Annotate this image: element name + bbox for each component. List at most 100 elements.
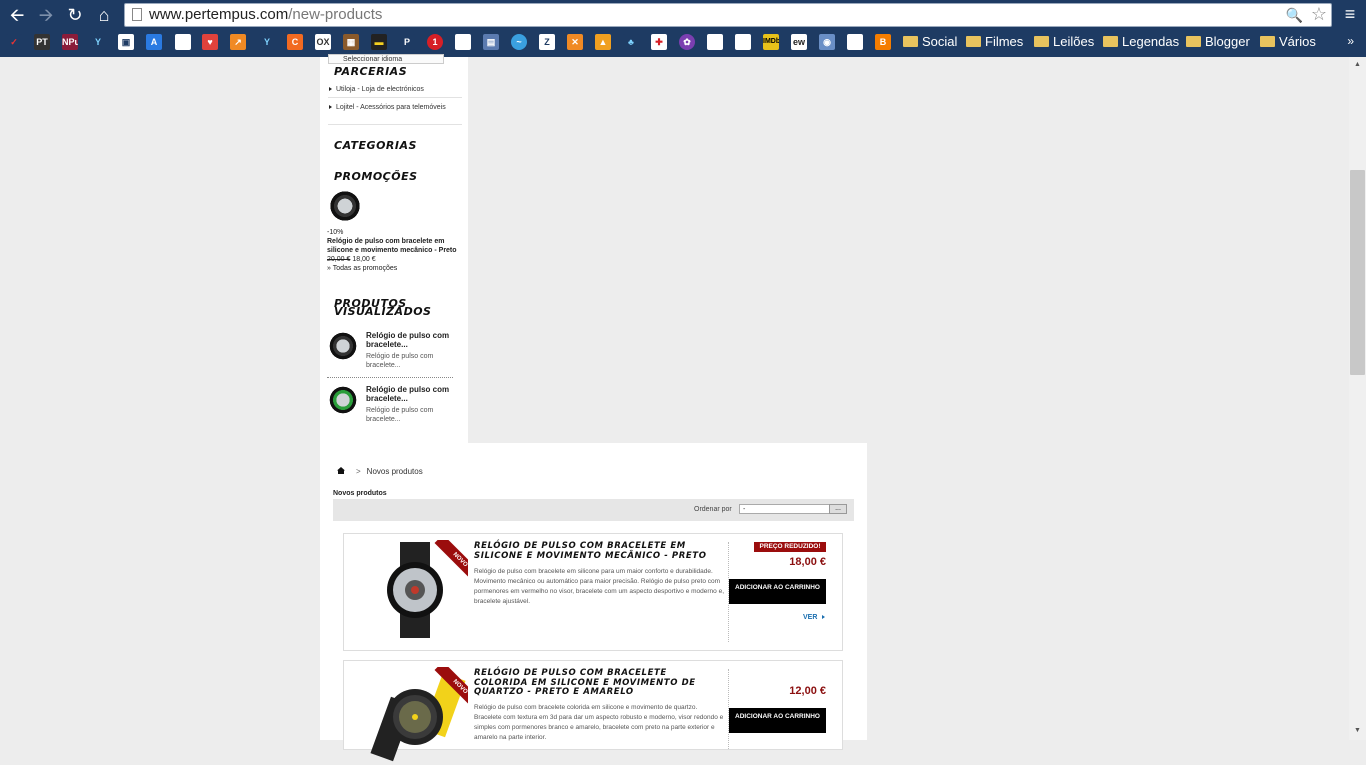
bookmark-icon[interactable]: ♣ — [623, 34, 639, 50]
viewed-product-image[interactable] — [328, 330, 358, 362]
folder-icon — [1034, 36, 1049, 47]
sort-label: Ordenar por — [694, 506, 732, 513]
zoom-icon[interactable]: 🔍 — [1286, 7, 1303, 24]
viewed-products-title: PRODUTOS VISUALIZADOS — [334, 297, 432, 318]
bookmark-folder-varios[interactable]: Vários — [1260, 33, 1316, 51]
product-description: Relógio de pulso com bracelete em silico… — [474, 568, 725, 605]
bookmark-icon[interactable]: ▣ — [118, 34, 134, 50]
bookmark-icon[interactable]: C — [287, 34, 303, 50]
product-card: NOVO Relógio de pulso com bracelete colo… — [343, 660, 843, 762]
page-icon — [132, 8, 142, 21]
bookmark-page-icon[interactable] — [455, 34, 471, 50]
folder-icon — [1186, 36, 1201, 47]
bookmark-folder-filmes[interactable]: Filmes — [966, 33, 1023, 51]
bookmark-folder-blogger[interactable]: Blogger — [1186, 33, 1250, 51]
promo-product-name[interactable]: Relógio de pulso com bracelete em silico… — [327, 237, 467, 255]
product-name[interactable]: Relógio de pulso com bracelete colorida … — [474, 668, 724, 698]
breadcrumb-separator: > — [356, 467, 361, 476]
add-to-cart-button[interactable]: ADICIONAR AO CARRINHO — [729, 579, 826, 604]
bookmark-icon[interactable]: OX — [315, 34, 331, 50]
bookmark-star-icon[interactable]: ☆ — [1311, 4, 1327, 25]
bookmark-pt-icon[interactable]: PT — [34, 34, 50, 50]
home-icon[interactable]: ⌂ — [93, 4, 115, 26]
bookmark-icon[interactable]: ▬ — [371, 34, 387, 50]
language-select[interactable]: Seleccionar idioma — [328, 54, 444, 64]
home-icon[interactable] — [337, 467, 345, 474]
bookmark-icon[interactable]: ✕ — [567, 34, 583, 50]
divider — [328, 97, 462, 98]
new-badge: NOVO — [424, 667, 468, 711]
bookmarks-bar: ✓ PT NPu Y ▣ A ♥ ↗ Y C OX ▦ ▬ P 1 ▤ ~ Z … — [0, 30, 1366, 55]
url-text[interactable]: www.pertempus.com/new-products — [149, 6, 382, 24]
browser-menu-icon[interactable]: ≡ — [1342, 4, 1358, 24]
address-bar[interactable]: www.pertempus.com/new-products 🔍 ☆ — [124, 3, 1332, 27]
bookmark-folder-leiloes[interactable]: Leilões — [1034, 33, 1094, 51]
bookmark-icon[interactable]: ✚ — [651, 34, 667, 50]
viewed-product-name[interactable]: Relógio de pulso com bracelete... — [366, 331, 461, 349]
bookmark-icon[interactable]: ✿ — [679, 34, 695, 50]
all-promotions-link[interactable]: » Todas as promoções — [327, 264, 467, 273]
bookmark-icon[interactable]: ◉ — [819, 34, 835, 50]
bookmark-ew-icon[interactable]: ew — [791, 34, 807, 50]
film-icon[interactable]: ▤ — [483, 34, 499, 50]
bookmark-icon[interactable]: Y — [259, 34, 275, 50]
viewed-product-name[interactable]: Relógio de pulso com bracelete... — [366, 385, 461, 403]
add-to-cart-button[interactable]: ADICIONAR AO CARRINHO — [729, 708, 826, 733]
product-price: 12,00 € — [789, 685, 826, 697]
bookmark-icon[interactable]: ♥ — [202, 34, 218, 50]
bookmark-npu-icon[interactable]: NPu — [62, 34, 78, 50]
page-scrollbar[interactable] — [1349, 57, 1366, 740]
sort-button[interactable]: ... — [829, 504, 847, 514]
page-title: Novos produtos — [333, 490, 387, 497]
bookmark-imdb-icon[interactable]: IMDb — [763, 34, 779, 50]
promo-new-price: 18,00 € — [352, 256, 376, 263]
bookmarks-more-icon[interactable]: » — [1347, 34, 1354, 48]
reload-icon[interactable]: ↻ — [64, 4, 86, 26]
product-description: Relógio de pulso com bracelete colorida … — [474, 704, 724, 741]
bookmark-folder-social[interactable]: Social — [903, 33, 957, 51]
bookmark-icon[interactable]: ✓ — [6, 34, 22, 50]
left-sidebar: Seleccionar idioma PARCERIAS Utiloja - L… — [320, 54, 468, 443]
chart-icon[interactable]: ↗ — [230, 34, 246, 50]
product-card: NOVO Relógio de pulso com bracelete em s… — [343, 533, 843, 651]
bookmark-icon[interactable]: ~ — [511, 34, 527, 50]
promo-discount: -10% — [327, 229, 344, 236]
forward-arrow-icon[interactable]: 🡪 — [35, 4, 57, 26]
bookmark-icon[interactable]: 1 — [427, 34, 443, 50]
promo-product-image[interactable] — [330, 187, 360, 225]
scroll-down-arrow-icon[interactable]: ▼ — [1350, 724, 1365, 738]
breadcrumb-current: Novos produtos — [366, 467, 423, 476]
sort-select[interactable]: - — [739, 504, 831, 514]
viewed-product-desc: Relógio de pulso com bracelete... — [366, 407, 434, 423]
bookmark-folder-legendas[interactable]: Legendas — [1103, 33, 1179, 51]
view-product-link[interactable]: VER — [803, 614, 825, 621]
bookmark-page-icon[interactable] — [735, 34, 751, 50]
box-icon[interactable]: ▦ — [343, 34, 359, 50]
translate-icon[interactable]: A — [146, 34, 162, 50]
viewed-product-image[interactable] — [328, 384, 358, 416]
promo-prices: 20,00 € 18,00 € — [327, 255, 467, 264]
partners-title: PARCERIAS — [334, 65, 408, 78]
new-badge: NOVO — [424, 540, 468, 584]
bookmark-page-icon[interactable] — [847, 34, 863, 50]
bookmark-icon[interactable]: Z — [539, 34, 555, 50]
bookmark-icon[interactable]: ▲ — [595, 34, 611, 50]
categories-title: CATEGORIAS — [334, 139, 417, 152]
bookmark-icon[interactable]: P — [399, 34, 415, 50]
bookmark-page-icon[interactable] — [175, 34, 191, 50]
bookmark-page-icon[interactable] — [707, 34, 723, 50]
sort-bar: Ordenar por - ... — [333, 499, 854, 521]
bookmark-icon[interactable]: Y — [90, 34, 106, 50]
partner-link[interactable]: Lojitel - Acessórios para telemóveis — [329, 103, 456, 112]
partner-link[interactable]: Utiloja - Loja de electrónicos — [329, 85, 456, 94]
reduced-price-badge: PREÇO REDUZIDO! — [754, 542, 826, 552]
scrollbar-thumb[interactable] — [1350, 170, 1365, 375]
blogger-icon[interactable]: B — [875, 34, 891, 50]
divider — [327, 377, 453, 378]
promo-old-price: 20,00 € — [327, 256, 351, 263]
back-arrow-icon[interactable]: 🡨 — [6, 4, 28, 26]
browser-toolbar: 🡨 🡪 ↻ ⌂ www.pertempus.com/new-products 🔍… — [0, 0, 1366, 57]
viewed-product-desc: Relógio de pulso com bracelete... — [366, 353, 434, 369]
product-name[interactable]: Relógio de pulso com bracelete em silico… — [474, 541, 724, 561]
scroll-up-arrow-icon[interactable]: ▲ — [1350, 58, 1365, 72]
